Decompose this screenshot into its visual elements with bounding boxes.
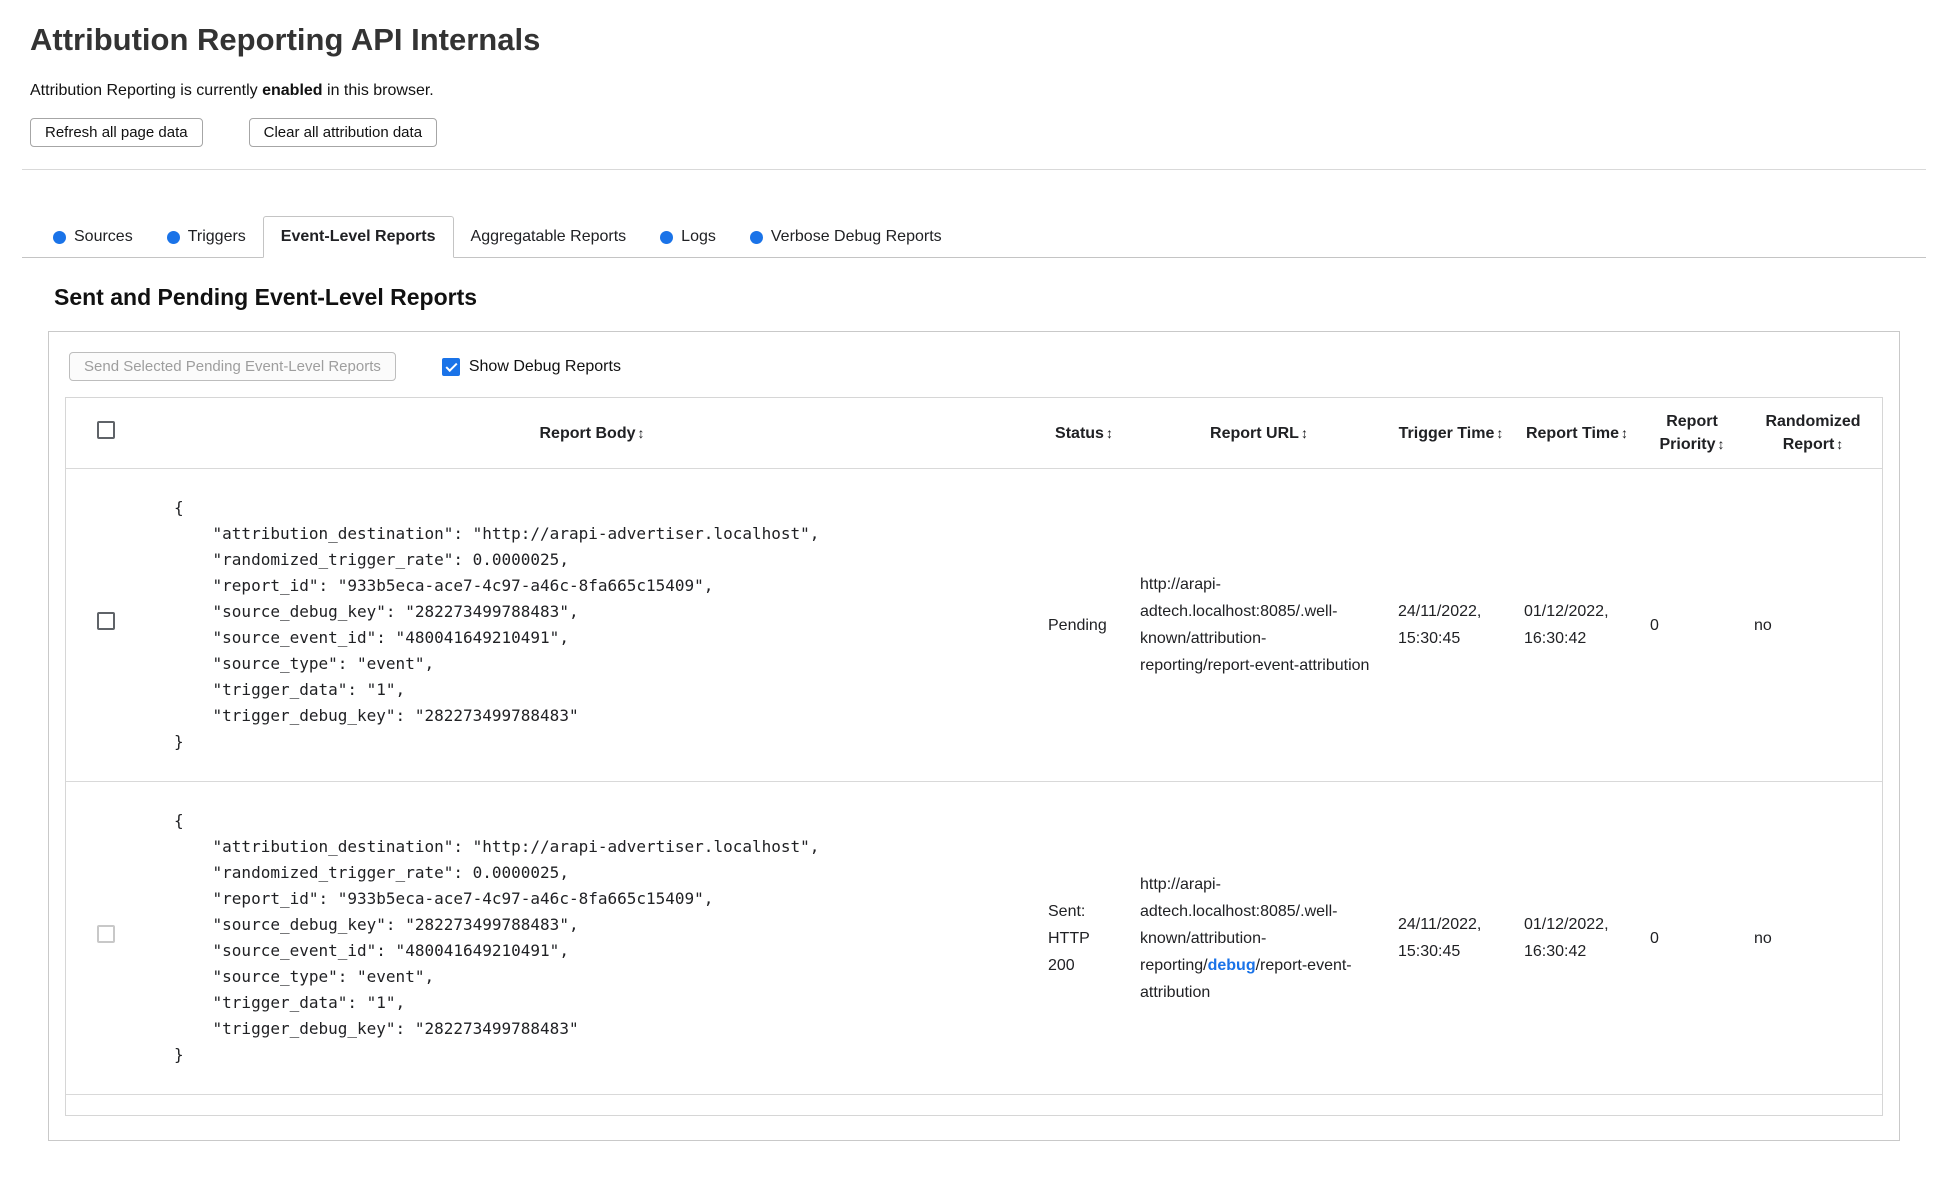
trigger-time-cell: 24/11/2022, 15:30:45 (1388, 781, 1514, 1096)
send-selected-reports-button[interactable]: Send Selected Pending Event-Level Report… (69, 352, 396, 381)
event-level-reports-section: Sent and Pending Event-Level Reports Sen… (48, 284, 1900, 1142)
column-header-report-priority[interactable]: Report Priority ↕ (1640, 398, 1744, 470)
show-debug-reports-checkbox[interactable] (441, 357, 460, 376)
header-label: Randomized Report (1765, 413, 1861, 454)
reports-panel: Send Selected Pending Event-Level Report… (48, 331, 1900, 1142)
sources-notification-dot-icon (53, 230, 66, 244)
sort-icon: ↕ (1717, 436, 1725, 453)
top-button-row: Refresh all page data Clear all attribut… (30, 118, 1918, 147)
sort-icon: ↕ (1105, 424, 1113, 441)
header-label: Status (1055, 424, 1104, 442)
tab-triggers[interactable]: Triggers (150, 217, 263, 257)
trigger-time-cell: 24/11/2022, 15:30:45 (1388, 468, 1514, 783)
tab-aggregatable-reports[interactable]: Aggregatable Reports (454, 217, 644, 257)
report-time-cell: 01/12/2022, 16:30:42 (1514, 468, 1640, 783)
show-debug-reports-label[interactable]: Show Debug Reports (469, 358, 621, 376)
report-priority-cell: 0 (1640, 781, 1744, 1096)
reports-table-container: Report Body ↕ Status ↕ Report URL ↕ Trigger… (65, 397, 1883, 1117)
status-text: Attribution Reporting is currently enabl… (30, 82, 1918, 100)
table-footer-spacer (66, 1095, 1882, 1115)
section-heading: Sent and Pending Event-Level Reports (54, 284, 478, 310)
sort-icon: ↕ (1300, 424, 1308, 441)
verbose-debug-notification-dot-icon (749, 230, 763, 244)
header-label: Report Time (1525, 424, 1620, 442)
page-root: Attribution Reporting API Internals Attr… (0, 0, 1948, 1142)
header-label: Report Priority (1659, 413, 1718, 454)
triggers-notification-dot-icon (166, 230, 180, 244)
report-body-json: { "attribution_destination": "http://ara… (174, 811, 820, 1065)
status-cell: Sent: HTTP 200 (1038, 781, 1130, 1096)
select-all-checkbox[interactable] (97, 420, 115, 439)
refresh-all-button[interactable]: Refresh all page data (30, 118, 203, 147)
status-prefix: Attribution Reporting is currently (30, 82, 263, 99)
status-enabled: enabled (262, 82, 323, 99)
show-debug-reports-control: Show Debug Reports (441, 357, 621, 376)
tab-verbose-debug-reports[interactable]: Verbose Debug Reports (733, 217, 959, 257)
sort-icon: ↕ (1496, 424, 1504, 441)
column-header-status[interactable]: Status ↕ (1038, 398, 1130, 470)
reports-table: Report Body ↕ Status ↕ Report URL ↕ Trigger… (66, 398, 1882, 1096)
tab-label: Triggers (187, 228, 246, 245)
randomized-report-cell: no (1744, 468, 1882, 783)
report-body-cell: { "attribution_destination": "http://ara… (146, 468, 1038, 783)
column-header-report-url[interactable]: Report URL ↕ (1130, 398, 1388, 470)
panel-controls: Send Selected Pending Event-Level Report… (69, 352, 1883, 381)
clear-all-button[interactable]: Clear all attribution data (248, 118, 438, 147)
header-label: Report Body (539, 424, 636, 442)
tab-label: Aggregatable Reports (470, 228, 627, 245)
logs-notification-dot-icon (660, 230, 674, 244)
tab-label: Verbose Debug Reports (770, 228, 942, 245)
report-url-cell: http://arapi-adtech.localhost:8085/.well… (1130, 781, 1388, 1096)
tab-label: Logs (681, 228, 716, 245)
sort-icon: ↕ (1621, 424, 1629, 441)
page-title: Attribution Reporting API Internals (30, 22, 541, 57)
header-label: Trigger Time (1398, 424, 1495, 442)
table-header-row: Report Body ↕ Status ↕ Report URL ↕ Trigger… (66, 398, 1882, 470)
report-url-text: report-event-attribution (1207, 657, 1370, 675)
column-header-report-time[interactable]: Report Time ↕ (1514, 398, 1640, 470)
tab-event-level-reports[interactable]: Event-Level Reports (262, 216, 454, 258)
row-select-checkbox[interactable] (97, 611, 115, 630)
report-time-cell: 01/12/2022, 16:30:42 (1514, 781, 1640, 1096)
report-url-debug-segment: debug (1207, 956, 1256, 974)
tab-sources[interactable]: Sources (36, 217, 150, 257)
report-body-cell: { "attribution_destination": "http://ara… (146, 781, 1038, 1096)
column-header-randomized-report[interactable]: Randomized Report ↕ (1744, 398, 1882, 470)
table-row: { "attribution_destination": "http://ara… (66, 781, 1882, 1096)
row-checkbox-cell (66, 468, 146, 783)
table-row: { "attribution_destination": "http://ara… (66, 468, 1882, 783)
row-checkbox-cell (66, 781, 146, 1096)
header-label: Report URL (1210, 424, 1299, 442)
randomized-report-cell: no (1744, 781, 1882, 1096)
report-body-json: { "attribution_destination": "http://ara… (174, 498, 820, 752)
tab-logs[interactable]: Logs (643, 217, 733, 257)
tab-label: Event-Level Reports (280, 228, 436, 245)
tab-label: Sources (74, 228, 133, 245)
top-divider (22, 169, 1926, 170)
status-cell: Pending (1038, 468, 1130, 783)
column-header-trigger-time[interactable]: Trigger Time ↕ (1388, 398, 1514, 470)
column-header-report-body[interactable]: Report Body ↕ (146, 398, 1038, 470)
status-suffix: in this browser. (322, 82, 434, 99)
tab-strip: Sources Triggers Event-Level Reports Agg… (22, 216, 1926, 258)
report-priority-cell: 0 (1640, 468, 1744, 783)
report-url-cell: http://arapi-adtech.localhost:8085/.well… (1130, 468, 1388, 783)
sort-icon: ↕ (637, 424, 645, 441)
sort-icon: ↕ (1836, 436, 1844, 453)
row-select-checkbox-disabled (97, 924, 115, 943)
select-all-header (66, 398, 146, 470)
